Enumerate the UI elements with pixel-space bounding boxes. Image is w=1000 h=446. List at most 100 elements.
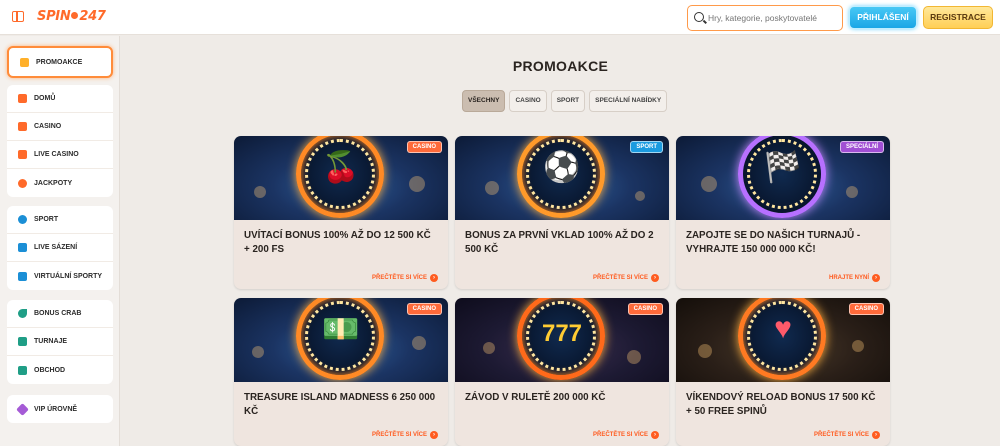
promo-card-title: TREASURE ISLAND MADNESS 6 250 000 KČ — [244, 392, 436, 417]
read-more-link[interactable]: PŘEČTĚTE SI VÍCE › — [814, 431, 880, 439]
promo-card-image: 🍒 CASINO — [234, 136, 448, 220]
promo-card-image: 777 CASINO — [455, 298, 669, 382]
vip-gem-icon — [16, 402, 29, 416]
sidebar-promo-group: PROMOAKCE — [7, 46, 113, 78]
filter-sport[interactable]: SPORT — [550, 90, 586, 112]
sidebar-item-casino[interactable]: CASINO — [7, 113, 113, 141]
arrow-right-icon: › — [651, 274, 659, 282]
sidebar-item-label: OBCHOD — [34, 366, 66, 374]
promo-card-image: 🏁 SPECIÁLNÍ — [676, 136, 890, 220]
virtual-sports-icon — [18, 271, 27, 281]
cherry-icon: 🍒 — [322, 151, 360, 184]
arrow-right-icon: › — [430, 274, 438, 282]
logo-text-right: 247 — [79, 9, 106, 24]
read-more-label: PŘEČTĚTE SI VÍCE — [371, 275, 427, 281]
gift-icon — [20, 57, 29, 67]
category-badge: CASINO — [406, 141, 442, 153]
race-flags-icon: 🏁 — [764, 151, 802, 184]
promo-card[interactable]: ♥ CASINO VÍKENDOVÝ RELOAD BONUS 17 500 K… — [676, 298, 890, 446]
read-more-link[interactable]: PŘEČTĚTE SI VÍCE › — [372, 274, 438, 282]
sidebar-item-jackpoty[interactable]: JACKPOTY — [7, 169, 113, 197]
sidebar-toggle-icon[interactable] — [12, 11, 24, 22]
read-more-label: PŘEČTĚTE SI VÍCE — [592, 432, 648, 438]
sidebar-item-label: VIRTUÁLNÍ SPORTY — [34, 272, 103, 280]
sidebar-item-label: JACKPOTY — [34, 179, 73, 187]
promo-card[interactable]: 777 CASINO ZÁVOD V RULETĚ 200 000 KČ PŘE… — [455, 298, 669, 446]
arrow-right-icon: › — [872, 431, 880, 439]
money-stack-icon: 💵 — [322, 313, 360, 346]
filter-special-offers[interactable]: SPECIÁLNÍ NABÍDKY — [589, 90, 668, 112]
roulette-icon: ♥ — [774, 312, 792, 345]
ball-icon — [18, 215, 27, 224]
promo-card[interactable]: ⚽ SPORT BONUS ZA PRVNÍ VKLAD 100% AŽ DO … — [455, 136, 669, 289]
live-casino-icon — [18, 150, 27, 159]
sidebar-group-vip: VIP ÚROVNĚ — [7, 395, 113, 423]
sidebar-group-extras: BONUS CRAB TURNAJE OBCHOD — [7, 300, 113, 384]
read-more-label: PŘEČTĚTE SI VÍCE — [813, 432, 869, 438]
jackpot-icon — [18, 178, 27, 188]
logo[interactable]: SPIN 247 — [37, 9, 106, 24]
category-badge: CASINO — [406, 303, 442, 315]
sidebar-item-label: LIVE CASINO — [34, 151, 79, 158]
read-more-link[interactable]: PŘEČTĚTE SI VÍCE › — [593, 274, 659, 282]
sidebar-item-label: PROMOAKCE — [36, 58, 83, 66]
promo-card[interactable]: 💵 CASINO TREASURE ISLAND MADNESS 6 250 0… — [234, 298, 448, 446]
filter-all[interactable]: VŠECHNY — [462, 90, 506, 112]
sidebar-item-label: VIP ÚROVNĚ — [34, 405, 78, 413]
sidebar-item-live-casino[interactable]: LIVE CASINO — [7, 141, 113, 169]
promo-card-image: 💵 CASINO — [234, 298, 448, 382]
read-more-link[interactable]: PŘEČTĚTE SI VÍCE › — [593, 431, 659, 439]
promo-card[interactable]: 🍒 CASINO UVÍTACÍ BONUS 100% AŽ DO 12 500… — [234, 136, 448, 289]
read-more-label: PŘEČTĚTE SI VÍCE — [592, 275, 648, 281]
search-input[interactable] — [708, 9, 838, 27]
category-badge: SPECIÁLNÍ — [839, 141, 884, 153]
sidebar-item-label: BONUS CRAB — [34, 310, 82, 317]
sidebar-item-label: CASINO — [34, 123, 62, 130]
promo-card-title: ZAPOJTE SE DO NAŠICH TURNAJŮ - VYHRAJTE … — [686, 230, 861, 255]
filter-tabs: VŠECHNY CASINO SPORT SPECIÁLNÍ NABÍDKY — [462, 90, 668, 112]
sidebar-item-bonus-crab[interactable]: BONUS CRAB — [7, 300, 113, 328]
cards-icon — [18, 122, 27, 131]
login-button[interactable]: PŘIHLÁŠENÍ — [849, 6, 917, 29]
category-badge: SPORT — [630, 141, 663, 153]
sidebar-item-promoakce[interactable]: PROMOAKCE — [9, 48, 111, 76]
register-button[interactable]: REGISTRACE — [923, 6, 993, 29]
sidebar-group-sport: SPORT LIVE SÁZENÍ VIRTUÁLNÍ SPORTY — [7, 206, 113, 290]
sidebar-item-domu[interactable]: DOMŮ — [7, 85, 113, 113]
promo-card-image: ♥ CASINO — [676, 298, 890, 382]
promo-card-title: BONUS ZA PRVNÍ VKLAD 100% AŽ DO 2 500 KČ — [465, 230, 654, 255]
sidebar-item-live-sazeni[interactable]: LIVE SÁZENÍ — [7, 234, 113, 262]
promo-card[interactable]: 🏁 SPECIÁLNÍ ZAPOJTE SE DO NAŠICH TURNAJŮ… — [676, 136, 890, 289]
search-icon — [694, 12, 704, 22]
triple-seven-icon: 777 — [541, 320, 583, 347]
page-title: PROMOAKCE — [512, 58, 609, 74]
filter-casino[interactable]: CASINO — [509, 90, 547, 112]
sidebar-item-label: DOMŮ — [34, 95, 56, 102]
promo-card-title: VÍKENDOVÝ RELOAD BONUS 17 500 KČ + 50 FR… — [686, 392, 876, 417]
football-icon: ⚽ — [543, 151, 581, 184]
search-box[interactable] — [687, 5, 843, 31]
sidebar-item-turnaje[interactable]: TURNAJE — [7, 328, 113, 356]
sidebar-item-sport[interactable]: SPORT — [7, 206, 113, 234]
sidebar-item-label: TURNAJE — [34, 338, 68, 345]
sidebar-item-label: LIVE SÁZENÍ — [34, 244, 78, 251]
category-badge: CASINO — [848, 303, 884, 315]
shop-icon — [18, 365, 27, 375]
logo-dot — [71, 12, 79, 19]
promo-card-title: ZÁVOD V RULETĚ 200 000 KČ — [465, 392, 606, 403]
sidebar-item-obchod[interactable]: OBCHOD — [7, 356, 113, 384]
logo-text-left: SPIN — [37, 9, 71, 24]
sidebar-item-virtualni-sporty[interactable]: VIRTUÁLNÍ SPORTY — [7, 262, 113, 290]
sidebar-item-vip-urovne[interactable]: VIP ÚROVNĚ — [7, 395, 113, 423]
promo-card-image: ⚽ SPORT — [455, 136, 669, 220]
read-more-label: PŘEČTĚTE SI VÍCE — [371, 432, 427, 438]
trophy-icon — [18, 337, 27, 346]
arrow-right-icon: › — [872, 274, 880, 282]
read-more-link[interactable]: PŘEČTĚTE SI VÍCE › — [372, 431, 438, 439]
sidebar: PROMOAKCE DOMŮ CASINO LIVE CASINO JACKPO… — [0, 36, 120, 446]
play-now-label: HRAJTE NYNÍ — [828, 275, 869, 281]
promo-card-title: UVÍTACÍ BONUS 100% AŽ DO 12 500 KČ + 200… — [244, 230, 431, 255]
arrow-right-icon: › — [430, 431, 438, 439]
sidebar-item-label: SPORT — [34, 216, 59, 223]
play-now-link[interactable]: HRAJTE NYNÍ › — [829, 274, 880, 282]
